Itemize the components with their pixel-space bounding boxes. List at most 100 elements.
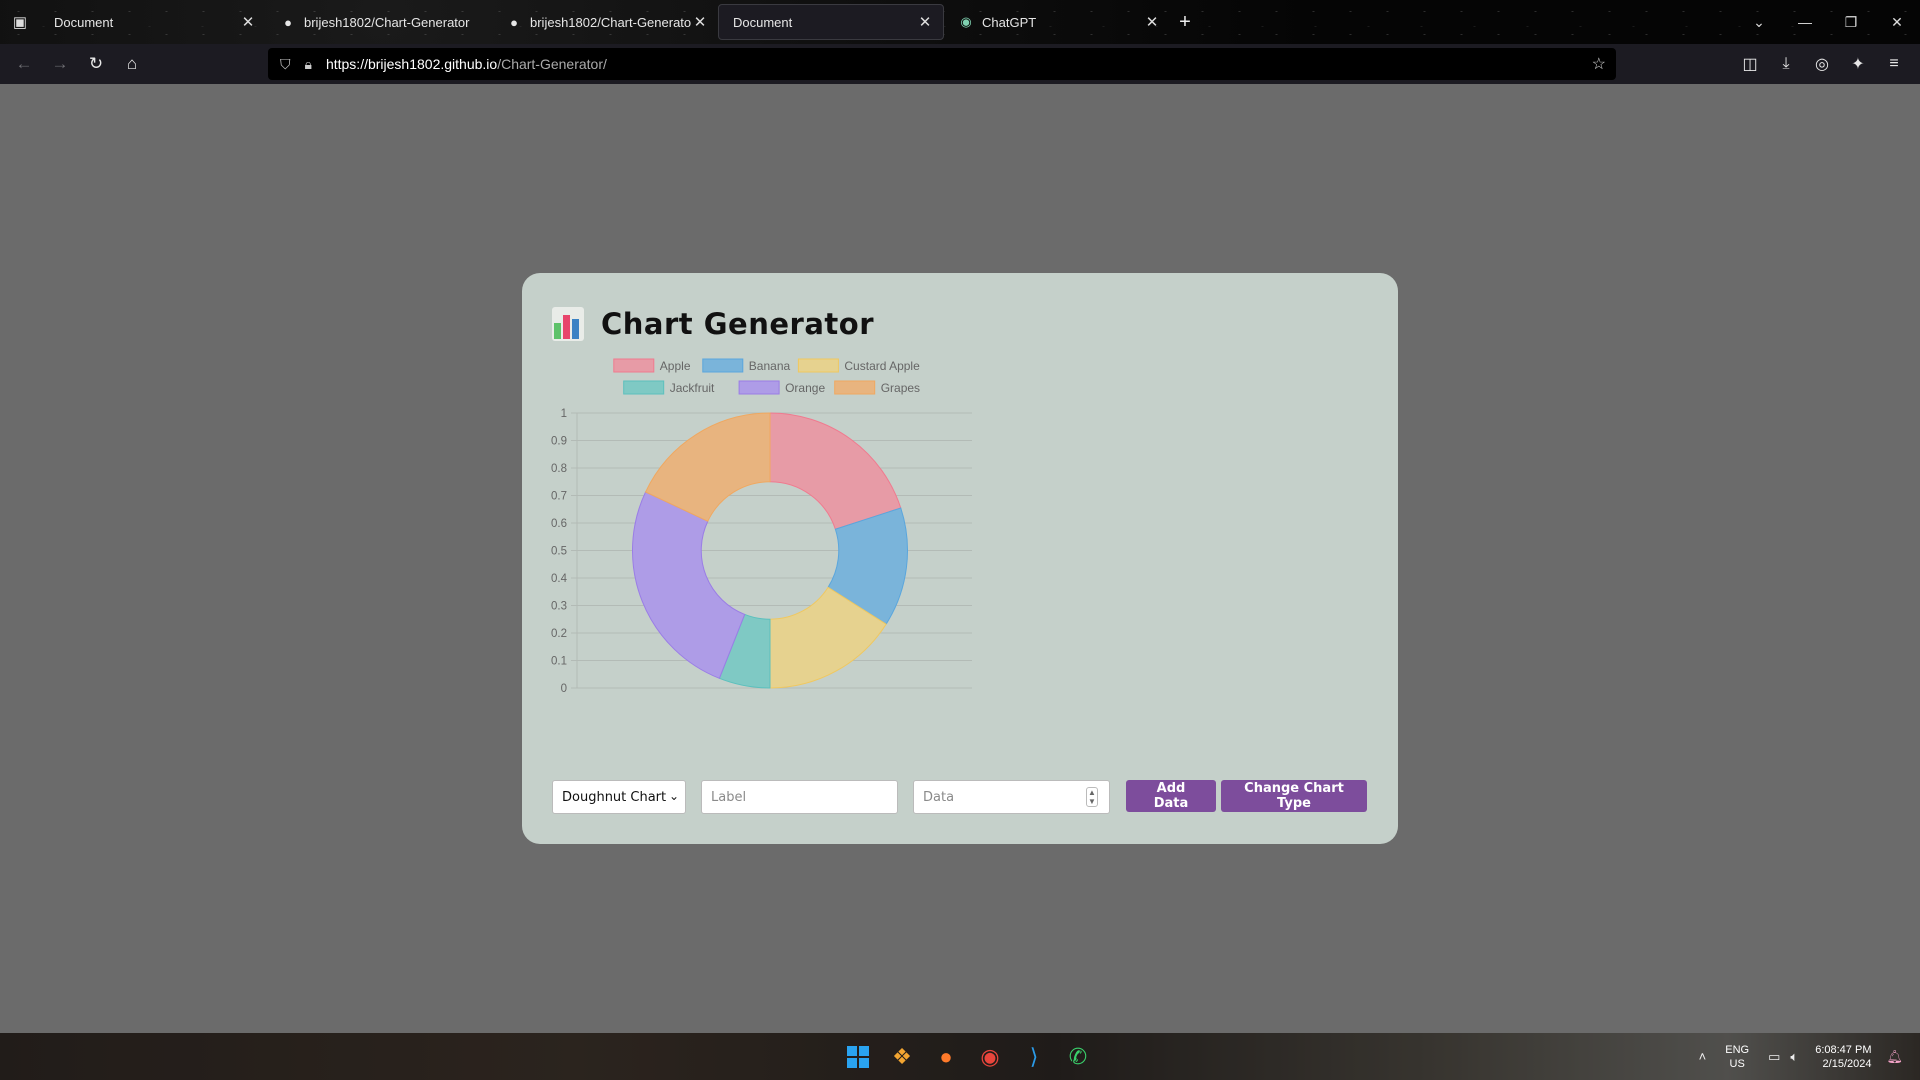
chevron-down-icon: ⌄	[668, 789, 679, 803]
y-tick-label: 0.2	[551, 628, 567, 640]
y-tick-label: 0.3	[551, 601, 567, 613]
close-icon[interactable]: ✕	[917, 13, 933, 31]
lang-top: ENG	[1725, 1043, 1750, 1056]
label-input[interactable]	[701, 780, 898, 814]
tab-chatgpt[interactable]: ◉ ChatGPT ✕	[944, 4, 1170, 40]
legend-label: Jackfruit	[670, 381, 715, 395]
tab-github-2[interactable]: ● brijesh1802/Chart-Generator: V ✕	[492, 4, 718, 40]
tab-document-1[interactable]: Document ✕	[40, 4, 266, 40]
y-tick-label: 1	[561, 408, 567, 420]
minimize-icon[interactable]: —	[1782, 14, 1828, 30]
menu-icon[interactable]: ≡	[1876, 55, 1912, 73]
github-icon: ●	[284, 14, 292, 30]
y-tick-label: 0.7	[551, 491, 567, 503]
volume-icon[interactable]: 🔈︎	[1790, 1049, 1798, 1065]
y-tick-label: 0.9	[551, 436, 567, 448]
download-icon[interactable]: ⤓	[1768, 55, 1804, 73]
legend-label: Orange	[785, 381, 825, 395]
github-icon: ●	[510, 14, 518, 30]
y-tick-label: 0.6	[551, 518, 567, 530]
legend-label: Grapes	[881, 381, 920, 395]
tab-title: Document	[54, 14, 114, 30]
legend-swatch	[738, 380, 780, 395]
tab-title: brijesh1802/Chart-Generator: V	[530, 14, 692, 30]
lock-icon[interactable]: 🔒︎	[305, 56, 312, 73]
doughnut-chart: Apple Banana Custard Apple Jackfruit Orange G…	[542, 353, 982, 693]
bookmark-star-icon[interactable]: ☆	[1592, 54, 1606, 74]
browser-nav-bar: ← → ↻ ⌂ ⛉ 🔒︎ https://brijesh1802.github.…	[0, 44, 1920, 84]
shield-icon[interactable]: ⛉	[280, 56, 291, 73]
change-chart-type-button[interactable]: Change Chart Type	[1221, 780, 1367, 812]
close-icon[interactable]: ✕	[692, 13, 708, 31]
y-tick-label: 0	[561, 683, 567, 693]
close-icon[interactable]: ✕	[240, 13, 256, 31]
y-tick-label: 0.8	[551, 463, 567, 475]
home-icon[interactable]: ⌂	[114, 48, 150, 80]
tab-github-1[interactable]: ● brijesh1802/Chart-Generator	[266, 4, 492, 40]
y-tick-label: 0.4	[551, 573, 568, 585]
back-icon[interactable]: ←	[6, 48, 42, 80]
data-stepper[interactable]: ▲ ▼	[1086, 787, 1098, 807]
language-indicator[interactable]: ENG US	[1725, 1043, 1749, 1071]
windows-taskbar: ❖ ● ◉ ⟩ ✆ ˄ ENG US ▭ 🔈︎ 6:08:47 PM 2/15/…	[0, 1033, 1920, 1080]
reload-icon[interactable]: ↻	[78, 48, 114, 80]
y-tick-label: 0.5	[551, 546, 567, 558]
account-icon[interactable]: ◎	[1804, 54, 1840, 74]
add-data-button[interactable]: Add Data	[1126, 780, 1216, 812]
y-tick-label: 0.1	[551, 656, 567, 668]
clock-time: 6:08:47 PM	[1815, 1043, 1872, 1056]
system-tray: ˄ ENG US ▭ 🔈︎ 6:08:47 PM 2/15/2024 🔔︎	[1694, 1033, 1908, 1080]
bar-chart-emoji-icon	[552, 307, 584, 341]
chart-type-select[interactable]: Doughnut Chart ⌄	[552, 780, 686, 814]
restore-icon[interactable]: ❐	[1828, 14, 1874, 31]
legend-label: Apple	[660, 359, 691, 373]
tab-document-active[interactable]: Document ✕	[718, 4, 944, 40]
chrome-icon[interactable]: ◉	[968, 1037, 1012, 1077]
data-input[interactable]	[913, 780, 1110, 814]
page-header: Chart Generator	[552, 307, 874, 341]
legend-swatch	[797, 358, 839, 373]
close-icon[interactable]: ✕	[1144, 13, 1160, 31]
new-tab-button[interactable]: +	[1170, 11, 1200, 34]
legend-swatch	[623, 380, 665, 395]
browser-tab-bar: ▣ Document ✕ ● brijesh1802/Chart-Generat…	[0, 0, 1920, 44]
chatgpt-icon: ◉	[960, 14, 972, 29]
tab-title: Document	[733, 14, 793, 30]
doughnut-slice-orange	[632, 491, 746, 679]
window-close-icon[interactable]: ✕	[1874, 14, 1920, 31]
chart-svg: Apple Banana Custard Apple Jackfruit Orange G…	[551, 358, 972, 693]
forward-icon[interactable]: →	[42, 48, 78, 80]
chart-type-selected: Doughnut Chart	[562, 789, 667, 805]
vscode-icon[interactable]: ⟩	[1012, 1037, 1056, 1077]
taskbar-apps: ❖ ● ◉ ⟩ ✆	[836, 1033, 1100, 1080]
chart-controls: Doughnut Chart ⌄ ▲▼ Add Data Change Char…	[552, 780, 1372, 814]
firefox-icon[interactable]: ●	[924, 1037, 968, 1077]
notification-icon[interactable]: 🔔︎	[1886, 1049, 1903, 1065]
extensions-icon[interactable]: ✦	[1840, 54, 1876, 74]
url-path: /Chart-Generator/	[497, 56, 607, 72]
network-icon[interactable]: ▭	[1768, 1049, 1780, 1065]
tab-title: ChatGPT	[982, 14, 1037, 30]
legend-label: Banana	[749, 359, 791, 373]
chevron-up-icon[interactable]: ˄	[1699, 1049, 1707, 1064]
window-controls: ⌄ — ❐ ✕	[1736, 0, 1920, 44]
tab-list-icon[interactable]: ⌄	[1736, 14, 1782, 31]
page-title: Chart Generator	[601, 307, 875, 341]
legend-swatch	[702, 358, 744, 373]
tab-overview-icon[interactable]: ▣	[0, 0, 40, 44]
toolbar-right: ◫ ⤓ ◎ ✦ ≡	[1732, 44, 1912, 84]
doughnut-slice-apple	[769, 412, 902, 530]
clock[interactable]: 6:08:47 PM 2/15/2024	[1815, 1043, 1871, 1071]
lang-bottom: US	[1729, 1057, 1745, 1070]
pocket-icon[interactable]: ◫	[1732, 54, 1768, 74]
tab-title: brijesh1802/Chart-Generator	[304, 14, 470, 30]
url-host: https://brijesh1802.github.io	[325, 56, 498, 72]
clock-date: 2/15/2024	[1822, 1057, 1872, 1070]
url-bar[interactable]: ⛉ 🔒︎ https://brijesh1802.github.io/Chart…	[268, 48, 1616, 80]
whatsapp-icon[interactable]: ✆	[1056, 1037, 1100, 1077]
chart-generator-card: Chart Generator Apple Banana Custard Apple…	[522, 273, 1398, 844]
legend-swatch	[613, 358, 655, 373]
legend-swatch	[834, 380, 876, 395]
copilot-icon[interactable]: ❖	[880, 1037, 924, 1077]
windows-start-icon[interactable]	[836, 1037, 880, 1077]
